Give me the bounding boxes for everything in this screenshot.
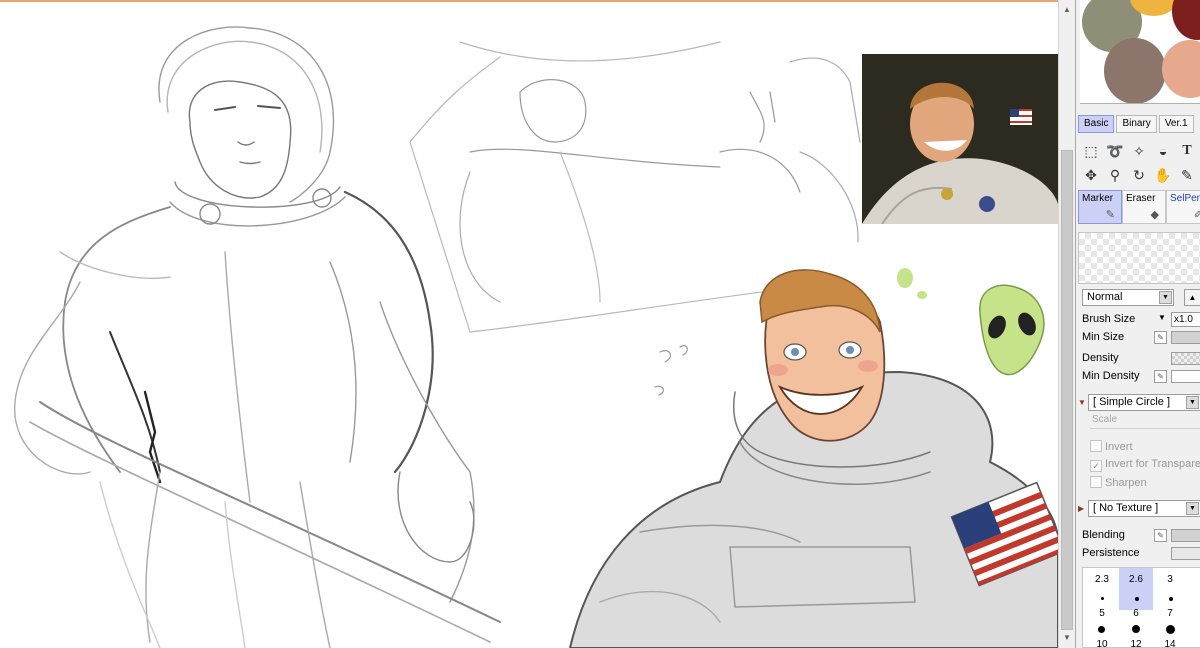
size-dot bbox=[1132, 625, 1140, 633]
scale-slider bbox=[1090, 428, 1200, 429]
brush-size-label: Brush Size bbox=[1082, 313, 1136, 325]
size-option[interactable]: 12 bbox=[1119, 639, 1153, 648]
size-dot bbox=[1098, 626, 1105, 633]
zoom-icon[interactable]: ⚲ bbox=[1104, 164, 1126, 186]
size-dot bbox=[1169, 597, 1173, 601]
tab-basic[interactable]: Basic bbox=[1078, 115, 1115, 133]
size-dot bbox=[1135, 597, 1139, 601]
brush-set-tabs: Basic Binary Ver.1 bbox=[1078, 115, 1194, 133]
brush-eraser[interactable]: Eraser ◆ bbox=[1122, 190, 1166, 224]
scale-label: Scale bbox=[1092, 414, 1118, 425]
brush-selpen-label: SelPen bbox=[1170, 193, 1200, 204]
size-dot bbox=[1101, 597, 1104, 600]
invert-transparency-checkbox: ✓ bbox=[1090, 460, 1102, 472]
chevron-down-icon: ▼ bbox=[1186, 396, 1199, 409]
size-option[interactable]: 6 bbox=[1119, 608, 1153, 619]
eyedropper-icon[interactable]: ✎ bbox=[1176, 164, 1198, 186]
texture-select[interactable]: [ No Texture ] ▼ bbox=[1088, 500, 1200, 517]
blend-mode-value: Normal bbox=[1087, 291, 1123, 303]
invert-option: Invert bbox=[1090, 440, 1133, 455]
scroll-up-icon[interactable]: ▲ bbox=[1059, 2, 1075, 18]
brush-marker[interactable]: Marker ✎ bbox=[1078, 190, 1122, 224]
brush-selpen[interactable]: SelPen ✐ bbox=[1166, 190, 1200, 224]
brush-shape-value: [ Simple Circle ] bbox=[1093, 396, 1171, 408]
palette-swatch-brown[interactable] bbox=[1104, 38, 1166, 103]
invert-checkbox bbox=[1090, 440, 1102, 452]
rect-select-icon[interactable]: ⬚ bbox=[1080, 140, 1102, 162]
size-option[interactable]: 14 bbox=[1153, 639, 1187, 648]
selpen-icon: ✐ bbox=[1194, 208, 1200, 221]
eraser-icon: ◆ bbox=[1150, 209, 1159, 221]
hand-icon[interactable]: ✋ bbox=[1152, 164, 1174, 186]
invert-label: Invert bbox=[1105, 441, 1133, 453]
chevron-down-icon: ▼ bbox=[1186, 502, 1199, 515]
palette-swatch-skin[interactable] bbox=[1162, 40, 1200, 98]
palette-swatch-red[interactable] bbox=[1172, 0, 1200, 40]
size-dropdown-icon[interactable]: ▼ bbox=[1158, 313, 1166, 322]
move-icon[interactable]: ✥ bbox=[1080, 164, 1102, 186]
expand-arrow-icon[interactable]: ▶ bbox=[1078, 504, 1084, 513]
rotate-icon[interactable]: ↻ bbox=[1128, 164, 1150, 186]
invert-transparency-label: Invert for Transparency bbox=[1105, 458, 1200, 470]
scroll-down-icon[interactable]: ▼ bbox=[1059, 630, 1075, 646]
marker-icon: ✎ bbox=[1105, 209, 1115, 221]
brush-preview bbox=[1078, 232, 1200, 284]
scroll-thumb[interactable] bbox=[1061, 150, 1073, 630]
tab-binary[interactable]: Binary bbox=[1116, 115, 1157, 133]
size-option[interactable]: 3 bbox=[1153, 574, 1187, 585]
text-icon[interactable]: T bbox=[1176, 140, 1198, 162]
color-palette[interactable] bbox=[1080, 0, 1200, 104]
brush-size-grid[interactable]: 2.3 2.6 3 5 6 7 10 12 14 bbox=[1082, 567, 1200, 648]
sharpen-option: Sharpen bbox=[1090, 476, 1147, 491]
left-astronaut-sketch bbox=[14, 26, 501, 648]
expand-arrow-icon[interactable]: ▼ bbox=[1078, 398, 1086, 407]
alien-doodle bbox=[897, 268, 1045, 376]
tool-panel: Basic Binary Ver.1 ⬚ ➰ ✧ ◒ T ✥ ⚲ ↻ ✋ ✎ M… bbox=[1075, 0, 1200, 648]
reference-photo[interactable] bbox=[862, 54, 1058, 224]
canvas-vertical-scrollbar[interactable]: ▲ ▼ bbox=[1058, 0, 1075, 648]
sharpen-checkbox bbox=[1090, 476, 1102, 488]
chevron-down-icon: ▼ bbox=[1159, 291, 1172, 304]
sharpen-label: Sharpen bbox=[1105, 477, 1147, 489]
brush-eraser-label: Eraser bbox=[1126, 193, 1156, 204]
size-option-selected[interactable]: 2.6 bbox=[1119, 568, 1153, 610]
brush-shape-select[interactable]: [ Simple Circle ] ▼ bbox=[1088, 394, 1200, 411]
size-option[interactable]: 2.3 bbox=[1085, 574, 1119, 585]
min-density-slider[interactable] bbox=[1171, 370, 1200, 383]
texture-value: [ No Texture ] bbox=[1093, 502, 1159, 514]
pressure-icon[interactable]: ✎ bbox=[1154, 529, 1167, 542]
drawing-canvas[interactable] bbox=[0, 2, 1058, 648]
size-dot bbox=[1166, 625, 1175, 634]
blending-slider[interactable] bbox=[1171, 529, 1200, 542]
blend-mode-select[interactable]: Normal ▼ bbox=[1082, 289, 1174, 306]
density-label: Density bbox=[1082, 352, 1119, 364]
min-size-slider[interactable] bbox=[1171, 331, 1200, 344]
size-option[interactable]: 10 bbox=[1085, 639, 1119, 648]
magic-wand-icon[interactable]: ✧ bbox=[1128, 140, 1150, 162]
persistence-slider[interactable] bbox=[1171, 547, 1200, 560]
min-density-label: Min Density bbox=[1082, 370, 1140, 382]
size-option[interactable]: 5 bbox=[1085, 608, 1119, 619]
brush-size-multiplier[interactable]: x1.0 bbox=[1171, 312, 1200, 327]
invert-transparency-option: ✓Invert for Transparency bbox=[1090, 458, 1200, 473]
min-size-label: Min Size bbox=[1082, 331, 1125, 343]
density-slider[interactable] bbox=[1171, 352, 1200, 365]
pressure-icon[interactable]: ✎ bbox=[1154, 331, 1167, 344]
preserve-opacity-button[interactable]: ▲ bbox=[1184, 289, 1200, 306]
brush-slots: Marker ✎ Eraser ◆ SelPen ✐ bbox=[1078, 190, 1200, 224]
fill-icon[interactable]: ◒ bbox=[1152, 140, 1174, 162]
blending-label: Blending bbox=[1082, 529, 1125, 541]
size-option[interactable]: 7 bbox=[1153, 608, 1187, 619]
pressure-icon[interactable]: ✎ bbox=[1154, 370, 1167, 383]
brush-marker-label: Marker bbox=[1082, 193, 1114, 204]
tab-ver1[interactable]: Ver.1 bbox=[1158, 115, 1194, 133]
persistence-label: Persistence bbox=[1082, 547, 1140, 559]
lasso-icon[interactable]: ➰ bbox=[1104, 140, 1126, 162]
